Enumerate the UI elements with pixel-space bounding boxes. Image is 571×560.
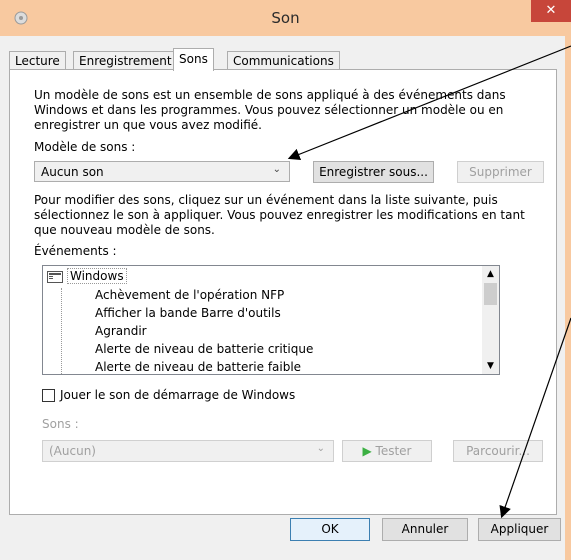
- windows-folder-icon: [47, 271, 63, 283]
- save-as-button[interactable]: Enregistrer sous...: [313, 161, 434, 183]
- instruction-line-3: que nouveau modèle de sons.: [34, 223, 215, 237]
- apply-button[interactable]: Appliquer: [478, 518, 561, 541]
- window-border: [565, 36, 571, 560]
- scroll-up-icon[interactable]: ▲: [482, 266, 499, 282]
- title-bar: Son ✕: [0, 0, 571, 36]
- scheme-label: Modèle de sons :: [34, 140, 136, 154]
- test-button-label: Tester: [375, 444, 412, 458]
- test-button[interactable]: ▶ Tester: [342, 440, 432, 462]
- list-item[interactable]: Agrandir: [95, 322, 147, 340]
- close-icon: ✕: [545, 3, 557, 18]
- scheme-dropdown[interactable]: Aucun son ⌄: [34, 161, 290, 182]
- instruction-line-2: sélectionnez le son à appliquer. Vous po…: [34, 208, 525, 222]
- startup-sound-label: Jouer le son de démarrage de Windows: [60, 388, 296, 402]
- startup-sound-checkbox[interactable]: [42, 389, 55, 402]
- intro-line-3: enregistrer un que vous avez modifié.: [34, 118, 262, 132]
- scheme-value: Aucun son: [41, 165, 104, 179]
- window-title: Son: [271, 9, 300, 27]
- cancel-button[interactable]: Annuler: [382, 518, 468, 541]
- sounds-label: Sons :: [42, 417, 79, 431]
- intro-line-2: Windows et dans les programmes. Vous pou…: [34, 103, 504, 117]
- chevron-down-icon: ⌄: [316, 443, 325, 454]
- sound-dialog: Son ✕ Lecture Enregistrement Sons Commun…: [0, 0, 571, 560]
- chevron-down-icon: ⌄: [272, 164, 281, 175]
- list-item[interactable]: Alerte de niveau de batterie faible: [95, 358, 301, 374]
- tab-recording[interactable]: Enregistrement: [73, 51, 178, 70]
- list-scrollbar[interactable]: ▲ ▼: [482, 266, 499, 374]
- events-list[interactable]: Windows Achèvement de l'opération NFP Af…: [42, 265, 500, 375]
- list-item[interactable]: Achèvement de l'opération NFP: [95, 286, 284, 304]
- scroll-thumb[interactable]: [484, 283, 497, 305]
- instruction-line-1: Pour modifier des sons, cliquez sur un é…: [34, 193, 498, 207]
- play-icon: ▶: [362, 444, 372, 458]
- close-button[interactable]: ✕: [531, 0, 571, 22]
- events-label: Événements :: [34, 244, 117, 258]
- tree-connector: [61, 288, 72, 374]
- scroll-down-icon[interactable]: ▼: [482, 358, 499, 374]
- sounds-value: (Aucun): [49, 444, 96, 458]
- list-item[interactable]: Alerte de niveau de batterie critique: [95, 340, 313, 358]
- sounds-dropdown[interactable]: (Aucun) ⌄: [42, 440, 334, 462]
- list-root-label: Windows: [67, 268, 127, 284]
- delete-button[interactable]: Supprimer: [457, 161, 544, 183]
- browse-button[interactable]: Parcourir...: [453, 440, 543, 462]
- ok-button[interactable]: OK: [290, 518, 370, 541]
- tab-playback[interactable]: Lecture: [9, 51, 66, 70]
- tab-sounds[interactable]: Sons: [173, 48, 214, 71]
- list-item[interactable]: Afficher la bande Barre d'outils: [95, 304, 281, 322]
- tab-communications[interactable]: Communications: [227, 51, 340, 70]
- intro-line-1: Un modèle de sons est un ensemble de son…: [34, 88, 506, 102]
